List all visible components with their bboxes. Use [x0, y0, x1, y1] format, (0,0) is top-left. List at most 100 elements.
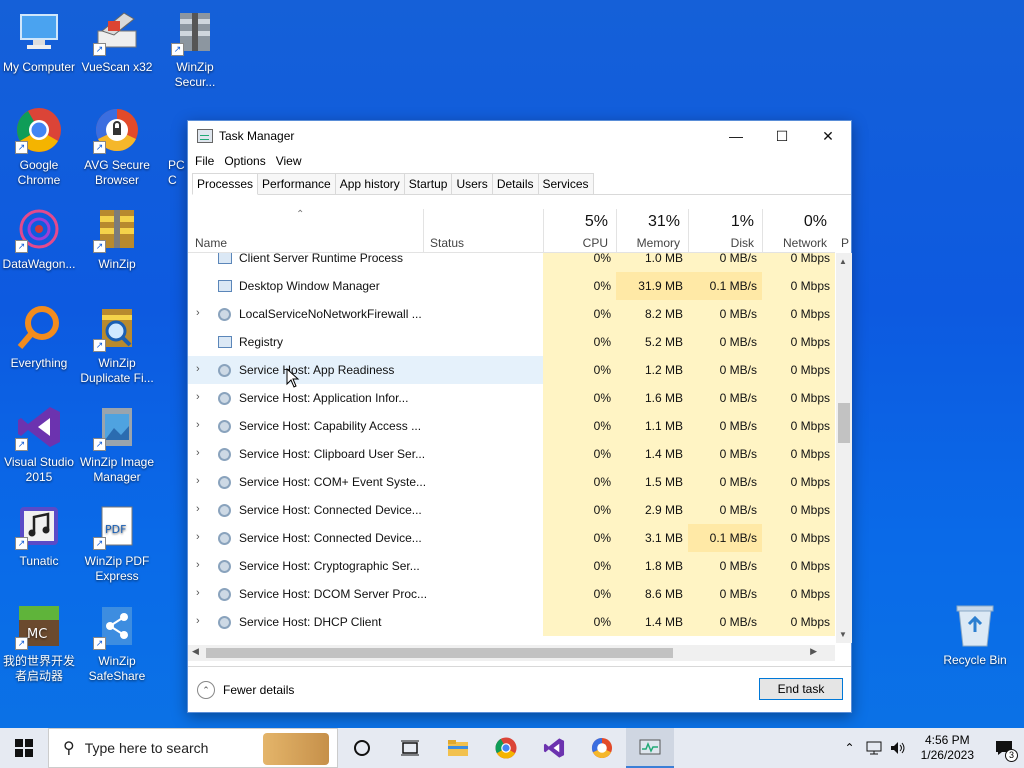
desktop-icon-pc-partial[interactable]: PC C [156, 106, 188, 188]
desktop-icon-winzip-image-manager[interactable]: ↗ WinZip Image Manager [78, 403, 156, 485]
desktop-icon-minecraft-launcher[interactable]: MC ↗ 我的世界开发者启动器 [0, 602, 78, 684]
column-network[interactable]: 0% Network [762, 209, 835, 253]
expand-chevron-icon[interactable]: › [196, 503, 200, 515]
process-name: LocalServiceNoNetworkFirewall ... [239, 307, 422, 321]
taskbar-search-box[interactable]: ⚲ Type here to search [48, 728, 338, 768]
process-row[interactable]: › Service Host: Application Infor... 0% 1.6… [188, 384, 835, 412]
process-row[interactable]: › Service Host: Connected Device... 0% 2.9 … [188, 496, 835, 524]
close-button[interactable]: ✕ [805, 121, 851, 151]
expand-chevron-icon[interactable]: › [196, 363, 200, 375]
process-row[interactable]: › Service Host: Connected Device... 0% 3.1 … [188, 524, 835, 552]
expand-chevron-icon[interactable]: › [196, 447, 200, 459]
desktop-icon-tunatic[interactable]: ↗ Tunatic [0, 502, 78, 569]
desktop-icon-winzip[interactable]: ↗ WinZip [78, 205, 156, 272]
desktop-icon-winzip-secure[interactable]: ↗ WinZip Secur... [156, 8, 234, 90]
process-row[interactable]: › Service Host: DHCP Client 0% 1.4 MB 0 MB/s… [188, 608, 835, 636]
tab-details[interactable]: Details [491, 173, 539, 194]
action-center-button[interactable]: 3 [984, 728, 1024, 768]
horizontal-scrollbar[interactable]: ◀ ▶ [188, 645, 835, 661]
disk-cell: 0 MB/s [688, 552, 762, 580]
desktop-icon-everything[interactable]: Everything [0, 304, 78, 371]
column-status[interactable]: Status [423, 209, 543, 253]
process-row[interactable]: › LocalServiceNoNetworkFirewall ... 0% 8.2 … [188, 300, 835, 328]
scroll-down-icon[interactable]: ▼ [839, 630, 847, 639]
minimize-button[interactable]: — [713, 121, 759, 151]
desktop-icon-winzip-pdf-express[interactable]: PDF ↗ WinZip PDF Express [78, 502, 156, 584]
process-row[interactable]: › Service Host: DCOM Server Proc... 0% 8.6 … [188, 580, 835, 608]
process-row[interactable]: › Service Host: Clipboard User Ser... 0% 1.… [188, 440, 835, 468]
vertical-scroll-thumb[interactable] [838, 403, 850, 443]
tray-overflow-chevron-icon[interactable]: ⌃ [845, 741, 855, 755]
menu-file[interactable]: File [195, 154, 214, 168]
cpu-cell: 0% [543, 440, 616, 468]
taskbar-chrome[interactable] [482, 728, 530, 768]
column-name[interactable]: ⌃ Name [188, 209, 423, 253]
taskbar-avg-browser[interactable] [578, 728, 626, 768]
end-task-button[interactable]: End task [759, 678, 843, 700]
desktop-icon-label: Recycle Bin [943, 653, 1007, 667]
process-row[interactable]: › Service Host: COM+ Event Syste... 0% 1.5 … [188, 468, 835, 496]
expand-chevron-icon[interactable]: › [196, 419, 200, 431]
desktop-icon-avg-secure-browser[interactable]: ↗ AVG Secure Browser [78, 106, 156, 188]
horizontal-scroll-thumb[interactable] [206, 648, 673, 658]
tab-processes[interactable]: Processes [192, 173, 259, 195]
tab-startup[interactable]: Startup [403, 173, 453, 194]
expand-chevron-icon[interactable]: › [196, 559, 200, 571]
maximize-button[interactable]: ☐ [759, 121, 805, 151]
taskbar-task-manager[interactable] [626, 728, 674, 768]
expand-chevron-icon[interactable]: › [196, 391, 200, 403]
task-view-button[interactable] [386, 728, 434, 768]
network-icon[interactable] [865, 740, 883, 756]
process-name: Registry [239, 335, 284, 349]
process-name: Service Host: Capability Access ... [239, 419, 422, 433]
memory-cell: 1.4 MB [616, 440, 688, 468]
volume-icon[interactable] [889, 740, 907, 756]
column-memory[interactable]: 31% Memory [616, 209, 688, 253]
desktop-icon-vuescan[interactable]: ↗ VueScan x32 [78, 8, 156, 75]
desktop-icon-my-computer[interactable]: My Computer [0, 8, 78, 75]
vertical-scrollbar[interactable]: ▲ ▼ [836, 253, 852, 643]
tab-performance[interactable]: Performance [257, 173, 336, 194]
process-row[interactable]: Registry 0% 5.2 MB 0 MB/s 0 Mbps [188, 328, 835, 356]
tab-app-history[interactable]: App history [334, 173, 405, 194]
scroll-left-icon[interactable]: ◀ [192, 646, 199, 657]
process-name: Desktop Window Manager [239, 279, 380, 293]
network-cell: 0 Mbps [762, 440, 835, 468]
desktop-icon-datawagon[interactable]: ↗ DataWagon... [0, 205, 78, 272]
expand-chevron-icon[interactable]: › [196, 531, 200, 543]
desktop-icon-winzip-safeshare[interactable]: ↗ WinZip SafeShare [78, 602, 156, 684]
desktop-icon-winzip-duplicate[interactable]: ↗ WinZip Duplicate Fi... [78, 304, 156, 386]
cortana-button[interactable] [338, 728, 386, 768]
process-window-icon [218, 253, 232, 264]
desktop-icon-recycle-bin[interactable]: Recycle Bin [936, 601, 1014, 668]
desktop-icon-google-chrome[interactable]: ↗ Google Chrome [0, 106, 78, 188]
expand-chevron-icon[interactable]: › [196, 615, 200, 627]
fewer-details-button[interactable]: ⌃ Fewer details [197, 681, 294, 699]
clock[interactable]: 4:56 PM 1/26/2023 [921, 733, 974, 763]
cpu-cell: 0% [543, 608, 616, 636]
process-row[interactable]: › Service Host: Capability Access ... 0% 1.… [188, 412, 835, 440]
process-row[interactable]: Desktop Window Manager 0% 31.9 MB 0.1 MB/s 0… [188, 272, 835, 300]
column-cpu[interactable]: 5% CPU [543, 209, 616, 253]
expand-chevron-icon[interactable]: › [196, 307, 200, 319]
desktop-icon-label: Google Chrome [17, 158, 61, 187]
menu-options[interactable]: Options [224, 154, 265, 168]
column-power-partial[interactable]: P [835, 209, 853, 253]
column-disk[interactable]: 1% Disk [688, 209, 762, 253]
scroll-right-icon[interactable]: ▶ [810, 646, 817, 657]
memory-cell: 31.9 MB [616, 272, 688, 300]
scroll-up-icon[interactable]: ▲ [839, 257, 847, 266]
process-row[interactable]: › Service Host: Cryptographic Ser... 0% 1.8… [188, 552, 835, 580]
menu-view[interactable]: View [276, 154, 302, 168]
tab-services[interactable]: Services [537, 173, 594, 194]
taskbar-visual-studio[interactable] [530, 728, 578, 768]
taskbar-file-explorer[interactable] [434, 728, 482, 768]
cpu-cell: 0% [543, 300, 616, 328]
process-row[interactable]: Client Server Runtime Process 0% 1.0 MB 0 M… [188, 253, 835, 272]
title-bar[interactable]: Task Manager — ☐ ✕ [188, 121, 851, 151]
tab-users[interactable]: Users [451, 173, 493, 194]
expand-chevron-icon[interactable]: › [196, 587, 200, 599]
expand-chevron-icon[interactable]: › [196, 475, 200, 487]
start-button[interactable] [0, 728, 48, 768]
desktop-icon-visual-studio[interactable]: ↗ Visual Studio 2015 [0, 403, 78, 485]
